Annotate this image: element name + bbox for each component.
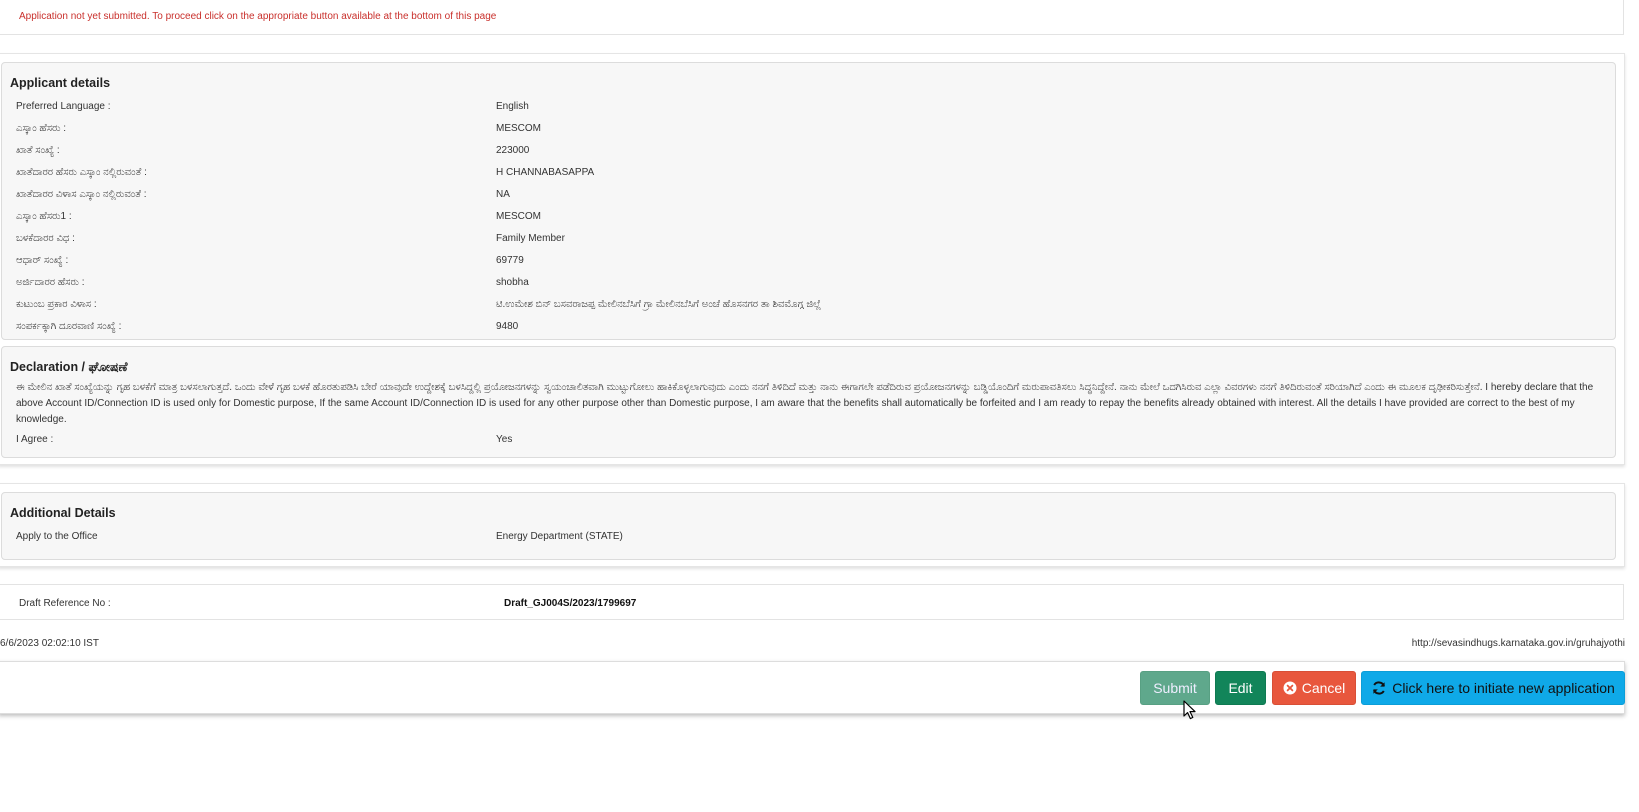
- detail-value: 223000: [496, 145, 530, 156]
- detail-label: ಆಧಾರ್ ಸಂಖ್ಯೆ :: [16, 255, 69, 266]
- detail-value: English: [496, 101, 529, 112]
- detail-row: ಖಾತೆ ಸಂಖ್ಯೆ : 223000: [2, 145, 1615, 167]
- detail-value: shobha: [496, 277, 529, 288]
- detail-row: ಆಧಾರ್ ಸಂಖ್ಯೆ : 69779: [2, 255, 1615, 277]
- office-label: Apply to the Office: [16, 531, 98, 542]
- detail-label: ಖಾತೆದಾರರ ವಿಳಾಸ ಎಸ್ಕಾಂ ನಲ್ಲಿರುವಂತೆ :: [16, 189, 147, 200]
- detail-label: ಖಾತೆದಾರರ ಹೆಸರು ಎಸ್ಕಾಂ ನಲ್ಲಿರುವಂತೆ :: [16, 167, 147, 178]
- declaration-section: Declaration / ಘೋಷಣೆ ಈ ಮೇಲಿನ ಖಾತೆ ಸಂಖ್ಯೆಯ…: [1, 346, 1616, 458]
- detail-row: ಅರ್ಜಿದಾರರ ಹೆಸರು : shobha: [2, 277, 1615, 299]
- additional-details-title: Additional Details: [10, 506, 116, 520]
- cancel-button-label: Cancel: [1301, 680, 1346, 696]
- detail-value: Family Member: [496, 233, 565, 244]
- detail-row: ಸಂಪರ್ಕಕ್ಕಾಗಿ ದೂರವಾಣಿ ಸಂಖ್ಯೆ : 9480: [2, 321, 1615, 343]
- site-url: http://sevasindhugs.karnataka.gov.in/gru…: [1411, 638, 1625, 649]
- detail-value: 9480: [496, 321, 519, 332]
- detail-label: ಖಾತೆ ಸಂಖ್ಯೆ :: [16, 145, 60, 156]
- detail-value: NA: [496, 189, 510, 200]
- submit-button[interactable]: Submit: [1140, 671, 1210, 705]
- times-circle-icon: [1283, 681, 1297, 695]
- detail-value: 69779: [496, 255, 524, 266]
- detail-label: ಎಸ್ಕಾಂ ಹೆಸರು1 :: [16, 211, 72, 222]
- declaration-text: ಈ ಮೇಲಿನ ಖಾತೆ ಸಂಖ್ಯೆಯನ್ನು ಗೃಹ ಬಳಕೆಗೆ ಮಾತ್…: [16, 382, 1594, 425]
- edit-button-label: Edit: [1228, 680, 1253, 696]
- detail-row: ಬಳಕೆದಾರರ ವಿಧ : Family Member: [2, 233, 1615, 255]
- detail-row: ಎಸ್ಕಾಂ ಹೆಸರು : MESCOM: [2, 123, 1615, 145]
- print-timestamp: 6/6/2023 02:02:10 IST: [0, 638, 99, 649]
- detail-row: ಖಾತೆದಾರರ ಹೆಸರು ಎಸ್ಕಾಂ ನಲ್ಲಿರುವಂತೆ : H CH…: [2, 167, 1615, 189]
- initiate-new-application-label: Click here to initiate new application: [1392, 680, 1615, 696]
- draft-reference-label: Draft Reference No :: [19, 598, 111, 609]
- declaration-title: Declaration / ಘೋಷಣೆ: [10, 360, 128, 374]
- additional-details-section: Additional Details Apply to the Office E…: [1, 492, 1616, 560]
- agree-value: Yes: [496, 434, 513, 445]
- detail-label: ಎಸ್ಕಾಂ ಹೆಸರು :: [16, 123, 67, 134]
- submit-button-label: Submit: [1153, 680, 1197, 696]
- detail-value: MESCOM: [496, 211, 541, 222]
- action-button-bar: Submit Edit Cancel Click here to initiat…: [0, 661, 1625, 714]
- draft-reference-value: Draft_GJ004S/2023/1799697: [504, 598, 637, 609]
- detail-label: ಸಂಪರ್ಕಕ್ಕಾಗಿ ದೂರವಾಣಿ ಸಂಖ್ಯೆ :: [16, 321, 122, 332]
- notice-box: Application not yet submitted. To procee…: [0, 0, 1624, 35]
- detail-label: Preferred Language :: [16, 101, 111, 112]
- draft-reference-box: Draft Reference No : Draft_GJ004S/2023/1…: [0, 584, 1624, 620]
- edit-button[interactable]: Edit: [1215, 671, 1266, 705]
- detail-row: ಎಸ್ಕಾಂ ಹೆಸರು1 : MESCOM: [2, 211, 1615, 233]
- office-row: Apply to the Office Energy Department (S…: [2, 531, 1615, 553]
- detail-row: ಕುಟುಂಬ ಪ್ರಕಾರ ವಿಳಾಸ : ಟಿ.ಉಮೇಶ ಬಿನ್ ಬಸವರಾ…: [2, 299, 1615, 321]
- detail-value: H CHANNABASAPPA: [496, 167, 595, 178]
- detail-value: ಟಿ.ಉಮೇಶ ಬಿನ್ ಬಸವರಾಜಪ್ಪ ಮೇಲಿನಬೆಸಿಗೆ ಗ್ರಾ …: [496, 299, 822, 310]
- detail-label: ಅರ್ಜಿದಾರರ ಹೆಸರು :: [16, 277, 85, 288]
- detail-label: ಕುಟುಂಬ ಪ್ರಕಾರ ವಿಳಾಸ :: [16, 299, 97, 310]
- detail-row: Preferred Language : English: [2, 101, 1615, 123]
- agree-row: I Agree : Yes: [2, 434, 1615, 456]
- detail-row: ಖಾತೆದಾರರ ವಿಳಾಸ ಎಸ್ಕಾಂ ನಲ್ಲಿರುವಂತೆ : NA: [2, 189, 1615, 211]
- applicant-details-section: Applicant details Preferred Language : E…: [1, 62, 1616, 340]
- applicant-panel: Applicant details Preferred Language : E…: [0, 53, 1625, 465]
- detail-value: MESCOM: [496, 123, 541, 134]
- cancel-button[interactable]: Cancel: [1272, 671, 1356, 705]
- agree-label: I Agree :: [16, 434, 54, 445]
- mouse-pointer-icon: [1183, 700, 1197, 723]
- detail-label: ಬಳಕೆದಾರರ ವಿಧ :: [16, 233, 75, 244]
- refresh-icon: [1371, 680, 1387, 696]
- office-value: Energy Department (STATE): [496, 531, 623, 542]
- additional-panel: Additional Details Apply to the Office E…: [0, 483, 1625, 567]
- notice-message: Application not yet submitted. To procee…: [19, 11, 497, 22]
- applicant-details-title: Applicant details: [10, 76, 111, 90]
- initiate-new-application-button[interactable]: Click here to initiate new application: [1361, 671, 1625, 705]
